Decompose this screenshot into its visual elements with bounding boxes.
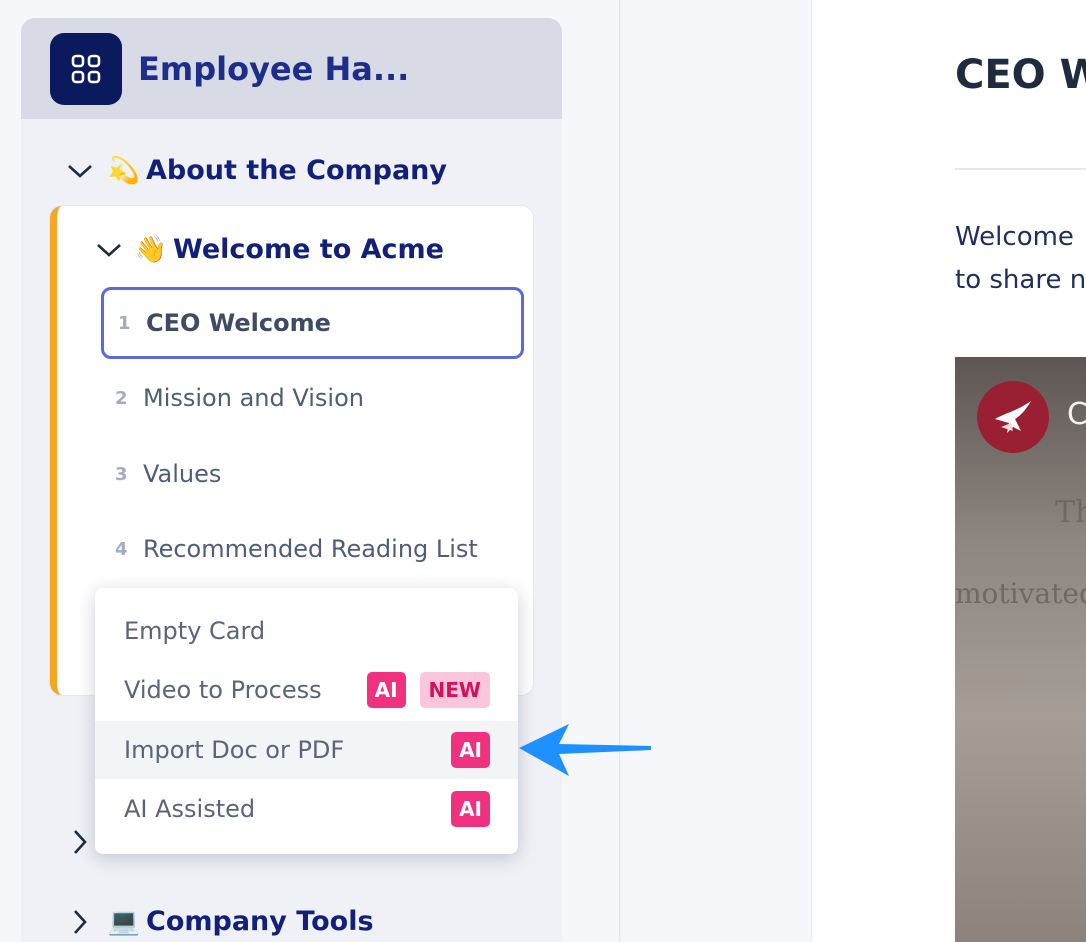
ai-badge: AI (451, 791, 490, 827)
subsection-welcome[interactable]: 👋 Welcome to Acme (95, 234, 444, 265)
section-label: Company Tools (146, 906, 374, 937)
section-collapsed-hidden[interactable] (66, 828, 94, 856)
video-player[interactable]: C The motivated pe (955, 357, 1086, 942)
item-label: Recommended Reading List (143, 535, 478, 563)
section-label: About the Company (146, 155, 448, 186)
menu-item-label: AI Assisted (124, 795, 256, 823)
laptop-emoji-icon: 💻 (107, 906, 141, 937)
video-channel-name: C (1067, 397, 1086, 432)
card-item-values[interactable]: 3 Values (101, 438, 524, 510)
item-label: Values (143, 460, 222, 488)
item-number: 1 (118, 312, 131, 334)
title-divider (955, 168, 1086, 170)
menu-item-empty-card[interactable]: Empty Card (95, 602, 518, 660)
paragraph-line: Welcome (955, 222, 1074, 252)
ai-badge: AI (366, 672, 406, 708)
item-label: Mission and Vision (143, 384, 364, 412)
dizzy-emoji-icon: 💫 (107, 155, 141, 186)
chevron-down-icon[interactable] (66, 157, 94, 185)
subsection-label: Welcome to Acme (173, 234, 444, 265)
new-badge: NEW (419, 672, 490, 708)
chevron-right-icon[interactable] (66, 828, 94, 856)
panel-divider (619, 0, 620, 942)
menu-item-video-to-process[interactable]: Video to Process AI NEW (95, 661, 518, 719)
badge-group: AI NEW (366, 672, 490, 708)
paragraph-line: to share n (955, 265, 1086, 295)
badge-group: AI (451, 791, 490, 827)
menu-item-label: Import Doc or PDF (124, 736, 345, 764)
chevron-down-icon[interactable] (95, 236, 123, 264)
channel-logo-icon[interactable] (977, 381, 1049, 453)
grid-icon[interactable] (50, 32, 122, 105)
menu-item-label: Empty Card (124, 617, 266, 645)
section-about-company[interactable]: 💫 About the Company (66, 155, 447, 186)
badge-group: AI (451, 732, 490, 768)
pointer-arrow-icon (519, 724, 651, 776)
video-frame-text: motivated pe (955, 577, 1086, 610)
page-title: CEO W (955, 52, 1086, 98)
menu-item-label: Video to Process (124, 676, 322, 704)
content-panel: CEO W Welcome to share n C The motivated… (811, 0, 1086, 942)
add-card-menu: Empty Card Video to Process AI NEW Impor… (95, 588, 518, 854)
waving-hand-icon: 👋 (134, 234, 168, 265)
item-number: 3 (115, 463, 128, 485)
card-item-mission-vision[interactable]: 2 Mission and Vision (101, 362, 524, 434)
menu-item-import-doc[interactable]: Import Doc or PDF AI (95, 721, 518, 779)
app-title[interactable]: Employee Ha... (138, 50, 409, 88)
chevron-right-icon[interactable] (66, 908, 94, 936)
section-company-tools[interactable]: 💻 Company Tools (66, 906, 374, 937)
menu-item-ai-assisted[interactable]: AI Assisted AI (95, 780, 518, 838)
card-item-reading-list[interactable]: 4 Recommended Reading List (101, 513, 524, 585)
card-item-ceo-welcome[interactable]: 1 CEO Welcome (101, 287, 524, 359)
sidebar-header: Employee Ha... (21, 18, 562, 119)
item-number: 2 (115, 387, 128, 409)
ai-badge: AI (451, 732, 490, 768)
content-paragraph: Welcome to share n (955, 216, 1086, 302)
item-label: CEO Welcome (146, 309, 331, 337)
video-frame-text: The (1055, 495, 1086, 530)
item-number: 4 (115, 538, 128, 560)
